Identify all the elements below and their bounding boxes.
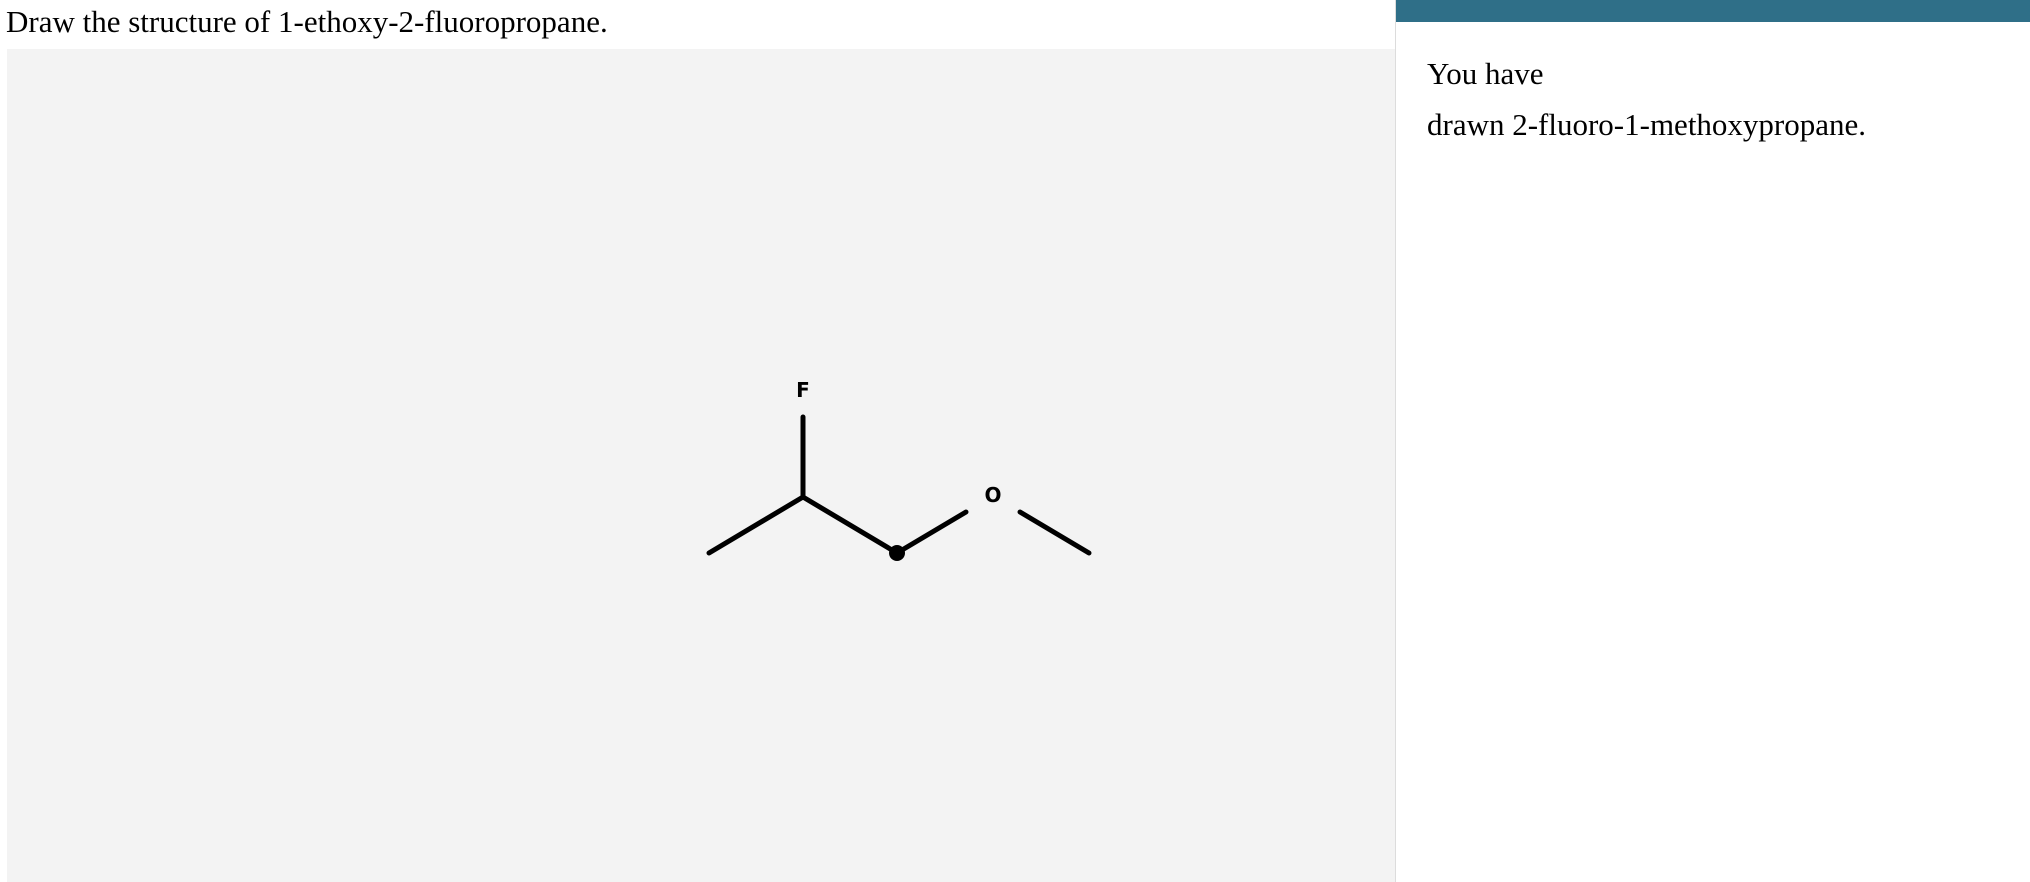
feedback-line-2: drawn 2-fluoro-1-methoxypropane. <box>1427 107 1867 142</box>
feedback-line-1: You have <box>1427 56 1544 91</box>
feedback-header-bar <box>1396 0 2030 22</box>
feedback-message: You have drawn 2-fluoro-1-methoxypropane… <box>1427 48 2007 150</box>
selected-atom-dot[interactable] <box>889 545 905 561</box>
bond-o-c4[interactable] <box>1017 509 1092 556</box>
question-area: Draw the structure of 1-ethoxy-2-fluorop… <box>0 0 1395 882</box>
bond-c1-c2[interactable] <box>706 494 806 556</box>
bond-c2-c3[interactable] <box>800 494 900 556</box>
molecule-structure: F O <box>706 378 1092 561</box>
molecule-drawing-canvas[interactable]: F O <box>7 49 1395 882</box>
atom-label-fluorine[interactable]: F <box>796 378 810 402</box>
feedback-panel: You have drawn 2-fluoro-1-methoxypropane… <box>1395 0 2030 882</box>
atom-label-oxygen[interactable]: O <box>984 483 1001 507</box>
bond-c3-o[interactable] <box>894 509 969 556</box>
question-prompt: Draw the structure of 1-ethoxy-2-fluorop… <box>6 4 608 39</box>
